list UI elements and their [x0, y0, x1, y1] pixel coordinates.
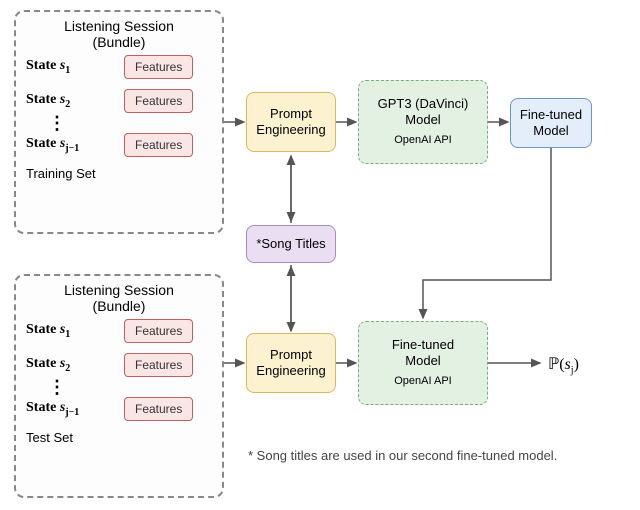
state-label: State s2	[26, 92, 116, 110]
state-row: State sj−1 Features	[16, 128, 222, 162]
train-panel: Listening Session(Bundle) State s1 Featu…	[14, 10, 224, 234]
gpt3-block: GPT3 (DaVinci)Model OpenAI API	[358, 80, 488, 164]
song-titles-block: *Song Titles	[246, 225, 336, 263]
ellipsis-icon: ⋮	[16, 118, 222, 128]
finetuned2-main: Fine-tunedModel	[392, 337, 454, 370]
state-label: State s1	[26, 58, 116, 76]
footnote: * Song titles are used in our second fin…	[248, 448, 557, 463]
ellipsis-icon: ⋮	[16, 382, 222, 392]
finetuned-block-bottom: Fine-tunedModel OpenAI API	[358, 321, 488, 405]
prompt-engineering-bottom: PromptEngineering	[246, 333, 336, 393]
finetuned2-sub: OpenAI API	[394, 375, 451, 389]
output-label: ℙ(sj)	[548, 354, 579, 376]
state-row: State s1 Features	[16, 50, 222, 84]
train-title: Listening Session(Bundle)	[16, 12, 222, 50]
state-label: State s2	[26, 356, 116, 374]
feature-badge: Features	[124, 353, 193, 377]
prompt-engineering-top: PromptEngineering	[246, 92, 336, 152]
state-row: State s2 Features	[16, 348, 222, 382]
test-title: Listening Session(Bundle)	[16, 276, 222, 314]
gpt3-sub: OpenAI API	[394, 134, 451, 148]
test-foot: Test Set	[16, 426, 222, 453]
state-row: State s2 Features	[16, 84, 222, 118]
state-label: State s1	[26, 322, 116, 340]
arrow-finetuned-to-finetuned2	[423, 148, 551, 318]
feature-badge: Features	[124, 55, 193, 79]
feature-badge: Features	[124, 319, 193, 343]
feature-badge: Features	[124, 89, 193, 113]
diagram-canvas: Listening Session(Bundle) State s1 Featu…	[0, 0, 640, 510]
test-panel: Listening Session(Bundle) State s1 Featu…	[14, 274, 224, 498]
train-foot: Training Set	[16, 162, 222, 189]
state-label: State sj−1	[26, 136, 116, 154]
state-label: State sj−1	[26, 400, 116, 418]
feature-badge: Features	[124, 397, 193, 421]
state-row: State sj−1 Features	[16, 392, 222, 426]
finetuned-block-top: Fine-tunedModel	[510, 98, 592, 148]
feature-badge: Features	[124, 133, 193, 157]
gpt3-main: GPT3 (DaVinci)Model	[378, 96, 469, 129]
state-row: State s1 Features	[16, 314, 222, 348]
